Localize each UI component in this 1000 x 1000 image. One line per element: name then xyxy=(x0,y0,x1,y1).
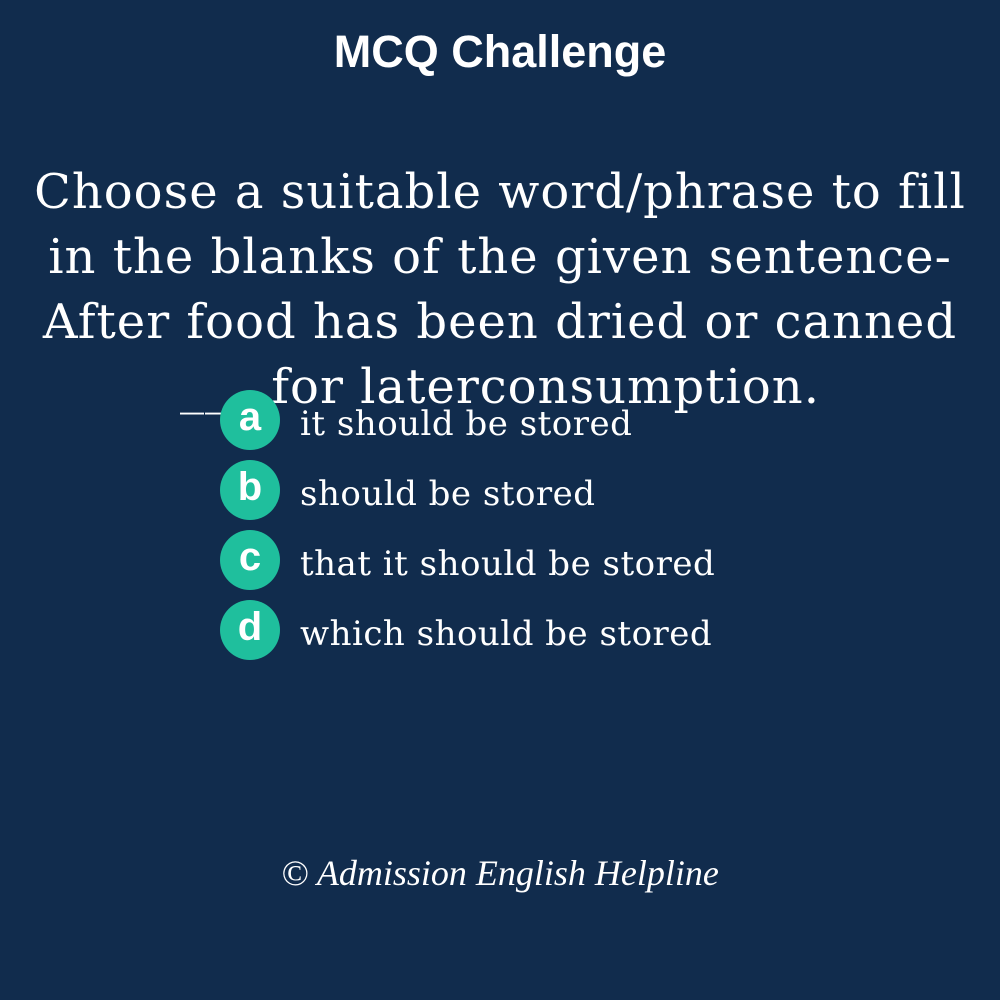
question-text: Choose a suitable word/phrase to fill in… xyxy=(20,160,980,420)
option-d[interactable]: d which should be stored xyxy=(220,600,980,662)
option-badge-c: c xyxy=(220,530,280,590)
option-label-d: which should be stored xyxy=(300,614,713,654)
question-line: Choose a suitable word/phrase to fill xyxy=(34,164,966,220)
option-badge-d: d xyxy=(220,600,280,660)
question-line: After food has been dried or canned xyxy=(42,294,958,350)
option-label-c: that it should be stored xyxy=(300,544,716,584)
question-line: in the blanks of the given sentence- xyxy=(48,229,952,285)
option-label-b: should be stored xyxy=(300,474,596,514)
copyright-footer: © Admission English Helpline xyxy=(281,853,719,893)
option-b[interactable]: b should be stored xyxy=(220,460,980,522)
option-badge-b: b xyxy=(220,460,280,520)
page-title: MCQ Challenge xyxy=(333,26,667,77)
option-c[interactable]: c that it should be stored xyxy=(220,530,980,592)
option-a[interactable]: a it should be stored xyxy=(220,390,980,452)
option-badge-a: a xyxy=(220,390,280,450)
option-label-a: it should be stored xyxy=(300,404,633,444)
